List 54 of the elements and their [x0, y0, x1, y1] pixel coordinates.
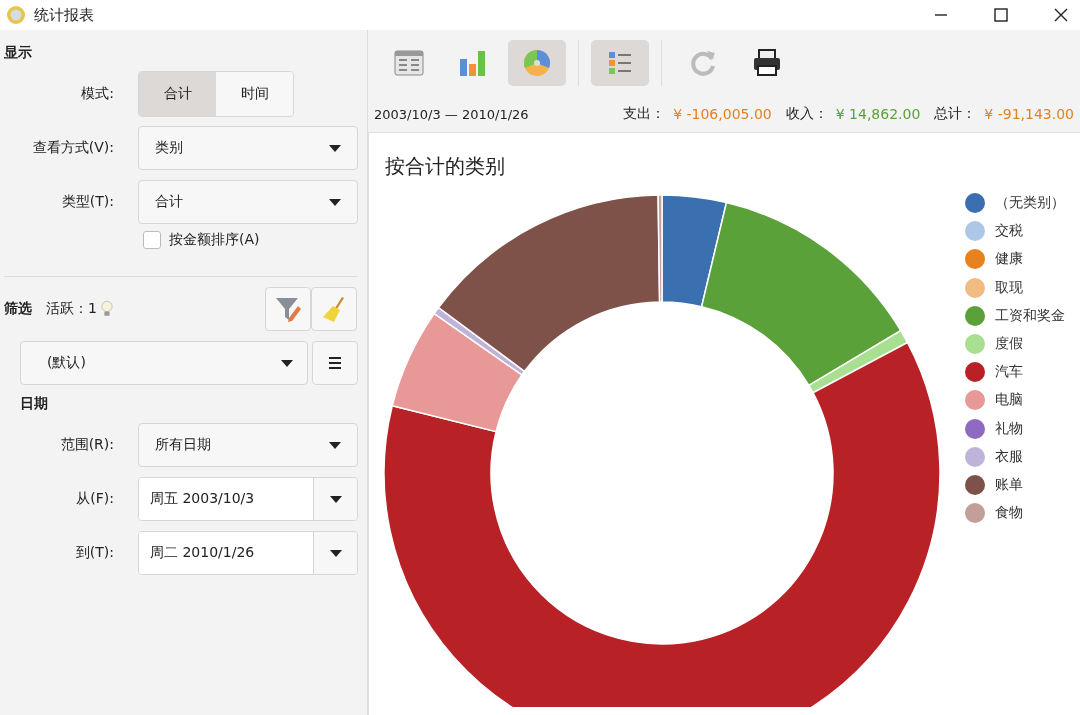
legend-label: 健康 — [995, 250, 1023, 269]
active-count: 活跃：1 — [46, 300, 97, 318]
legend-label: 工资和奖金 — [995, 306, 1065, 325]
section-heading: 显示 — [3, 44, 33, 62]
edit-filter-button[interactable] — [265, 287, 311, 331]
legend-label: 取现 — [995, 278, 1023, 297]
legend-label: 汽车 — [995, 363, 1023, 382]
filter-dropdown[interactable]: (默认) — [20, 341, 308, 385]
field-label: 从(F): — [75, 490, 114, 508]
legend-label: 交税 — [995, 222, 1023, 241]
legend-label: 礼物 — [995, 419, 1023, 438]
caret-icon — [281, 359, 293, 367]
legend-label: 衣服 — [995, 447, 1023, 466]
field-label: 模式: — [80, 85, 114, 103]
total-label: 总计： — [934, 105, 977, 123]
income-amount: ¥ 14,862.00 — [835, 106, 921, 122]
field-label: 范围(R): — [59, 436, 114, 454]
expense-label: 支出： — [623, 105, 666, 123]
lightbulb-icon — [100, 300, 113, 318]
total-amount: ¥ -91,143.00 — [984, 106, 1074, 122]
checkbox-label: 按金额排序(A) — [169, 231, 260, 249]
menu-icon — [328, 357, 342, 369]
field-label: 查看方式(V): — [31, 139, 114, 157]
caret-icon — [329, 144, 341, 152]
legend-label: （无类别） — [995, 194, 1065, 213]
caret-icon — [329, 441, 341, 449]
income-label: 收入： — [785, 105, 828, 123]
chart-title: 按合计的类别 — [384, 153, 506, 180]
expense-amount: ¥ -106,005.00 — [673, 106, 772, 122]
field-label: 类型(T): — [60, 193, 114, 211]
app-icon — [6, 5, 26, 25]
section-heading: 筛选 — [4, 300, 32, 318]
window-title: 统计报表 — [34, 5, 94, 25]
mode-toggle[interactable]: 合计 — [139, 72, 216, 116]
legend-label: 账单 — [995, 475, 1023, 494]
menu-button[interactable] — [312, 341, 358, 385]
date-range-text: 2003/10/3 — 2010/1/26 — [374, 106, 529, 122]
pie-chart-icon — [521, 47, 553, 79]
type-dropdown[interactable]: 合计 — [138, 180, 358, 224]
printer-icon — [751, 47, 783, 79]
mode-toggle[interactable]: 时间 — [216, 72, 293, 116]
field-label: 到(T): — [74, 544, 114, 562]
view-dropdown[interactable]: 类别 — [138, 126, 358, 170]
funnel-pencil-icon — [274, 295, 302, 323]
legend-label: 电脑 — [995, 391, 1023, 410]
section-heading: 日期 — [19, 395, 49, 413]
sort-checkbox[interactable] — [143, 231, 161, 249]
range-dropdown[interactable]: 所有日期 — [138, 423, 358, 467]
legend-label: 度假 — [995, 335, 1023, 354]
table-icon — [393, 47, 425, 79]
close-icon[interactable] — [1054, 8, 1068, 22]
legend-label: 食物 — [995, 504, 1023, 523]
maximize-icon[interactable] — [994, 8, 1008, 22]
caret-icon — [329, 198, 341, 206]
